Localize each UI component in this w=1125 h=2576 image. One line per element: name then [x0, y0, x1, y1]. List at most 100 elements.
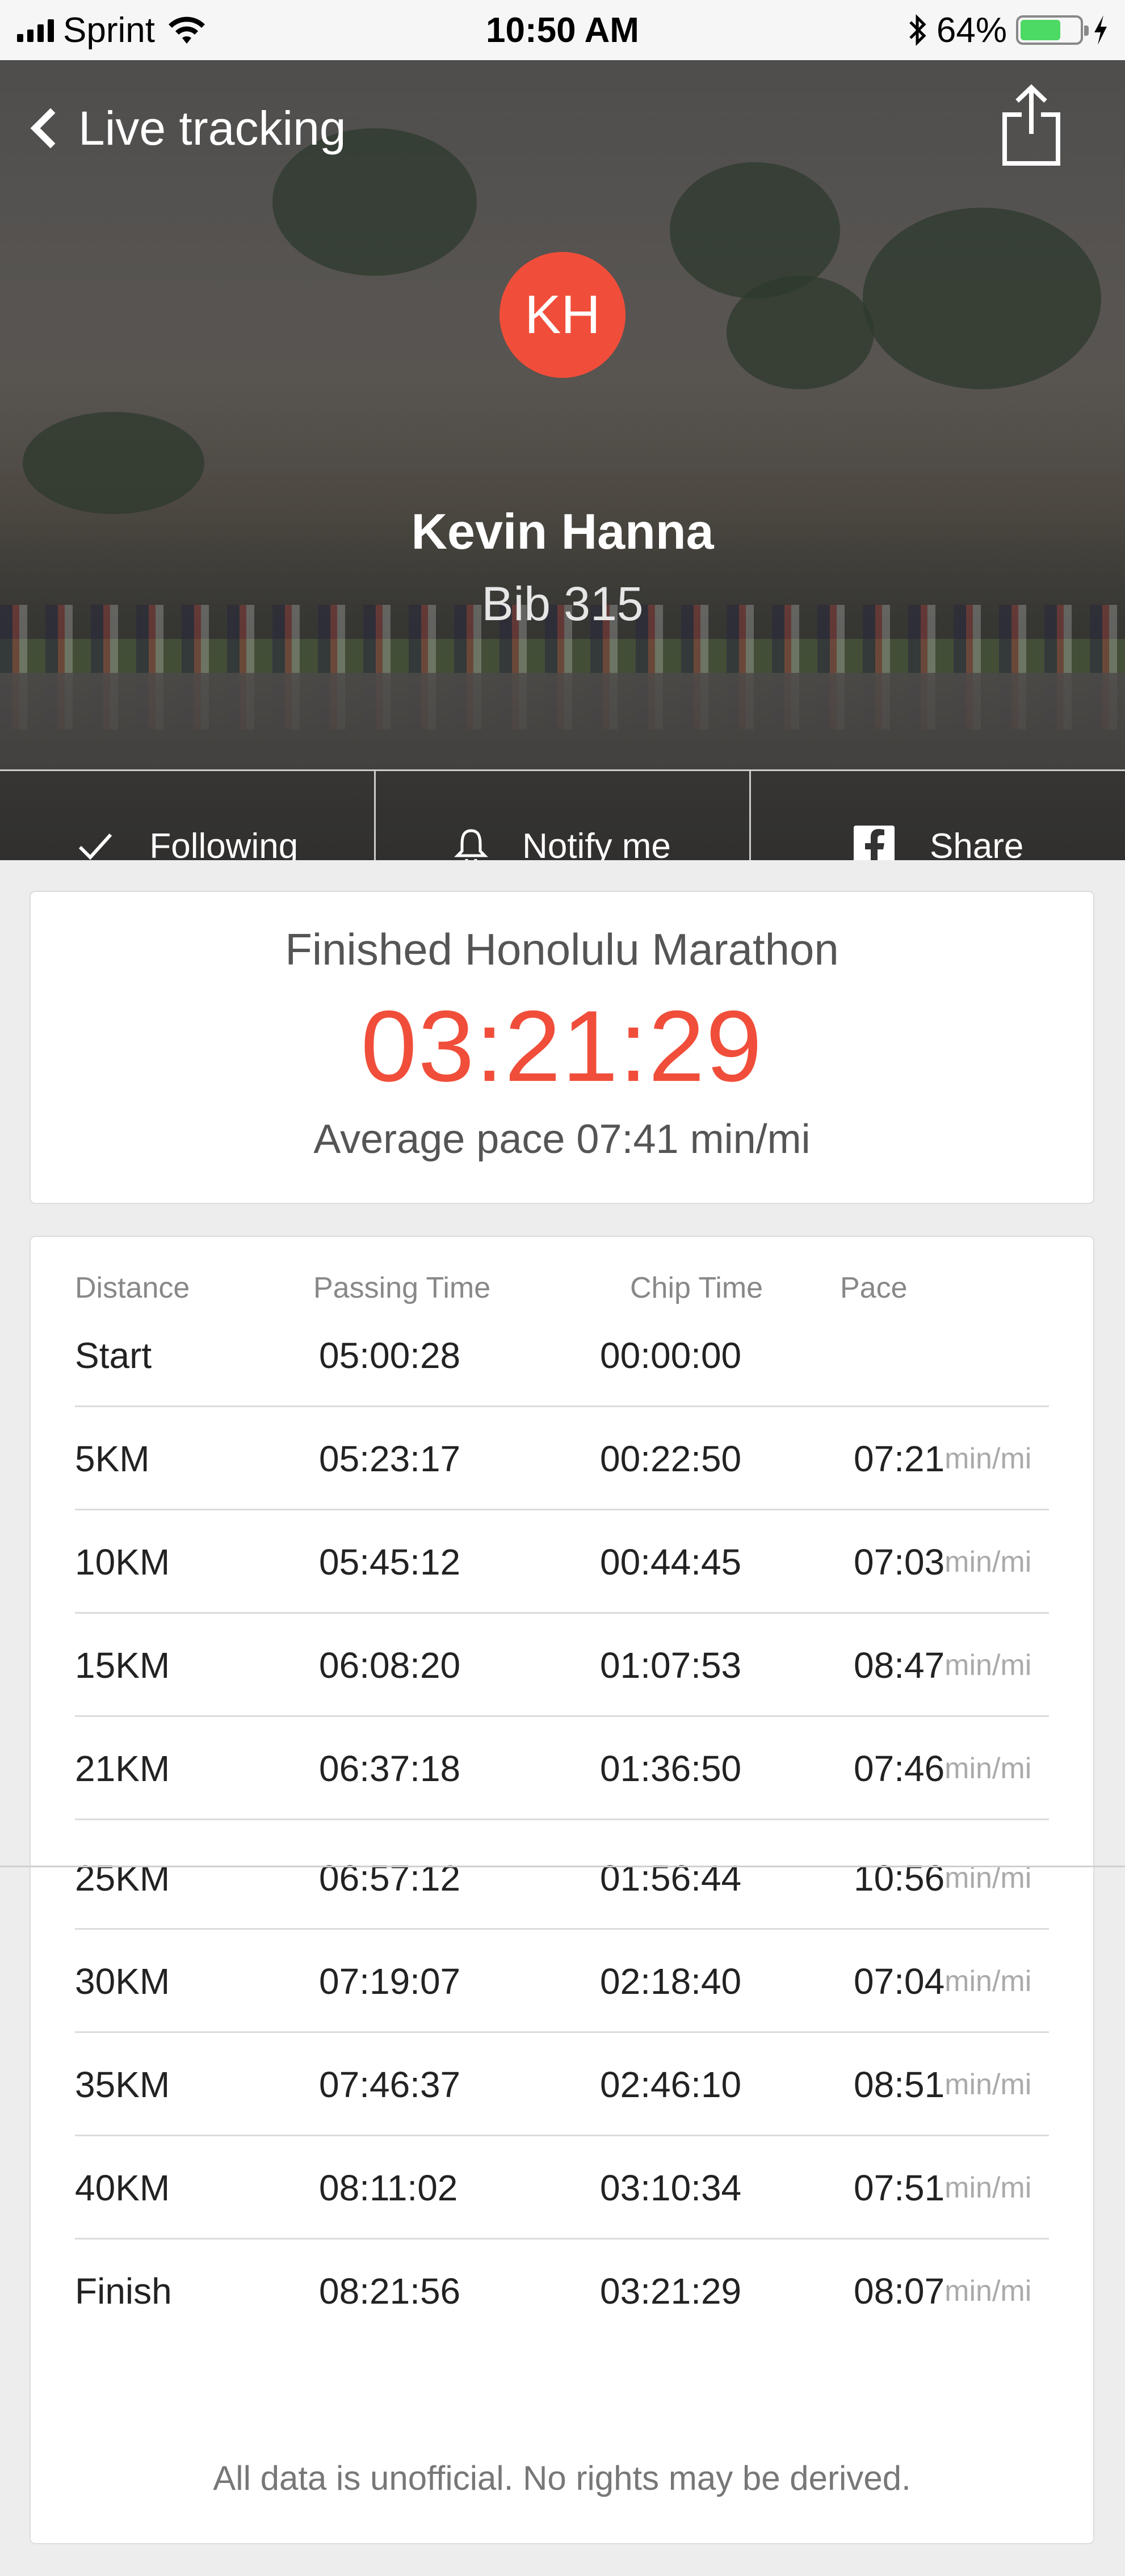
split-passing-time: 06:57:12 [319, 1858, 461, 1899]
back-button[interactable]: Live tracking [23, 94, 346, 162]
charging-icon [1094, 15, 1107, 45]
split-pace-unit: min/mi [945, 1649, 1032, 1682]
split-pace: 07:03 min/mi [854, 1510, 1031, 1614]
split-distance: 25KM [75, 1858, 170, 1899]
header-pace: Pace [840, 1272, 908, 1304]
split-pace-unit: min/mi [945, 1442, 1032, 1475]
runner-name: Kevin Hanna [411, 503, 714, 559]
split-pace-value: 08:47 [854, 1645, 945, 1686]
notify-button[interactable]: Notify me [373, 771, 750, 861]
battery-icon [1016, 15, 1089, 45]
divider [0, 1866, 1125, 1867]
chevron-left-icon [30, 108, 71, 149]
split-pace-value: 08:51 [854, 2064, 945, 2105]
row-divider [75, 1819, 1049, 1820]
split-distance: Start [75, 1335, 152, 1376]
table-row: 25KM 06:57:12 01:56:44 10:56 min/mi [75, 1826, 1049, 1930]
split-pace: 07:21 min/mi [854, 1407, 1031, 1510]
split-distance: 40KM [75, 2167, 170, 2208]
split-pace-unit: min/mi [945, 2275, 1032, 2308]
check-icon [79, 833, 112, 860]
table-row: 10KM 05:45:12 00:44:45 07:03 min/mi [75, 1510, 1049, 1614]
average-pace: Average pace 07:41 min/mi [313, 1117, 811, 1162]
split-chip-time: 02:18:40 [600, 1961, 742, 2002]
table-row: 5KM 05:23:17 00:22:50 07:21 min/mi [75, 1407, 1049, 1510]
split-chip-time: 02:46:10 [600, 2064, 742, 2105]
share-facebook-button[interactable]: Share [749, 771, 1125, 860]
split-chip-time: 00:22:50 [600, 1438, 742, 1479]
facebook-icon [853, 826, 895, 860]
split-pace: 07:51 min/mi [854, 2136, 1031, 2240]
share-icon[interactable] [1000, 83, 1063, 168]
split-passing-time: 06:37:18 [319, 1748, 461, 1789]
split-pace: 08:51 min/mi [854, 2033, 1031, 2136]
split-pace-unit: min/mi [945, 2068, 1032, 2101]
split-distance: 10KM [75, 1542, 170, 1582]
split-passing-time: 07:46:37 [319, 2064, 461, 2105]
header-passing-time: Passing Time [313, 1272, 491, 1304]
battery-percent: 64% [936, 10, 1007, 50]
split-passing-time: 07:19:07 [319, 1961, 461, 2002]
split-pace-unit: min/mi [945, 2171, 1032, 2204]
split-distance: Finish [75, 2271, 172, 2312]
table-row: Start 05:00:28 00:00:00 [75, 1304, 1049, 1407]
bell-icon [454, 829, 489, 860]
split-passing-time: 06:08:20 [319, 1645, 461, 1686]
result-summary-card: Finished Honolulu Marathon 03:21:29 Aver… [30, 891, 1094, 1204]
table-row: 35KM 07:46:37 02:46:10 08:51 min/mi [75, 2033, 1049, 2136]
split-pace: 07:46 min/mi [854, 1717, 1031, 1820]
status-bar: Sprint 10:50 AM 64% [0, 0, 1125, 60]
split-chip-time: 00:44:45 [600, 1542, 742, 1582]
split-pace: 10:56 min/mi [854, 1826, 1031, 1930]
table-row: 21KM 06:37:18 01:36:50 07:46 min/mi [75, 1717, 1049, 1820]
avatar: KH [499, 252, 626, 378]
following-button[interactable]: Following [0, 771, 374, 860]
bib-number: Bib 315 [481, 577, 644, 630]
split-pace-value: 07:21 [854, 1438, 945, 1479]
back-label: Live tracking [78, 101, 346, 155]
split-chip-time: 01:36:50 [600, 1748, 742, 1789]
table-row: 15KM 06:08:20 01:07:53 08:47 min/mi [75, 1614, 1049, 1717]
split-chip-time: 03:21:29 [600, 2271, 742, 2312]
split-chip-time: 03:10:34 [600, 2167, 742, 2208]
split-pace-value: 10:56 [854, 1858, 945, 1899]
split-chip-time: 01:07:53 [600, 1645, 742, 1686]
split-pace-unit: min/mi [945, 1546, 1032, 1579]
split-passing-time: 05:23:17 [319, 1438, 461, 1479]
split-distance: 35KM [75, 2064, 170, 2105]
split-passing-time: 08:21:56 [319, 2271, 461, 2312]
split-passing-time: 05:00:28 [319, 1335, 461, 1376]
table-row: 40KM 08:11:02 03:10:34 07:51 min/mi [75, 2136, 1049, 2240]
split-chip-time: 00:00:00 [600, 1335, 742, 1376]
split-pace: 08:07 min/mi [854, 2240, 1031, 2343]
notify-label: Notify me [522, 826, 671, 861]
header-distance: Distance [75, 1272, 190, 1304]
split-pace-unit: min/mi [945, 1965, 1032, 1998]
split-passing-time: 08:11:02 [319, 2167, 458, 2208]
split-distance: 15KM [75, 1645, 170, 1686]
disclaimer: All data is unofficial. No rights may be… [213, 2459, 911, 2497]
split-pace: 07:04 min/mi [854, 1930, 1031, 2033]
split-pace-value: 07:46 [854, 1748, 945, 1789]
split-distance: 21KM [75, 1748, 170, 1789]
status-right: 64% [907, 0, 1109, 60]
split-pace-value: 07:04 [854, 1961, 945, 2002]
split-pace-unit: min/mi [945, 1752, 1032, 1785]
splits-table: Distance Passing Time Chip Time Pace Sta… [30, 1236, 1094, 2544]
split-pace-value: 07:51 [854, 2167, 945, 2208]
split-passing-time: 05:45:12 [319, 1542, 461, 1582]
share-label: Share [929, 826, 1024, 861]
table-row: 30KM 07:19:07 02:18:40 07:04 min/mi [75, 1930, 1049, 2033]
bluetooth-icon [909, 14, 926, 47]
finish-time: 03:21:29 [360, 990, 763, 1102]
split-pace-value: 08:07 [854, 2271, 945, 2312]
split-distance: 5KM [75, 1438, 150, 1479]
split-pace: 08:47 min/mi [854, 1614, 1031, 1717]
split-chip-time: 01:56:44 [600, 1858, 742, 1899]
table-row: Finish 08:21:56 03:21:29 08:07 min/mi [75, 2240, 1049, 2343]
header-chip-time: Chip Time [630, 1272, 763, 1304]
event-status: Finished Honolulu Marathon [285, 924, 839, 974]
split-pace-value: 07:03 [854, 1542, 945, 1582]
following-label: Following [149, 826, 299, 861]
split-distance: 30KM [75, 1961, 170, 2002]
